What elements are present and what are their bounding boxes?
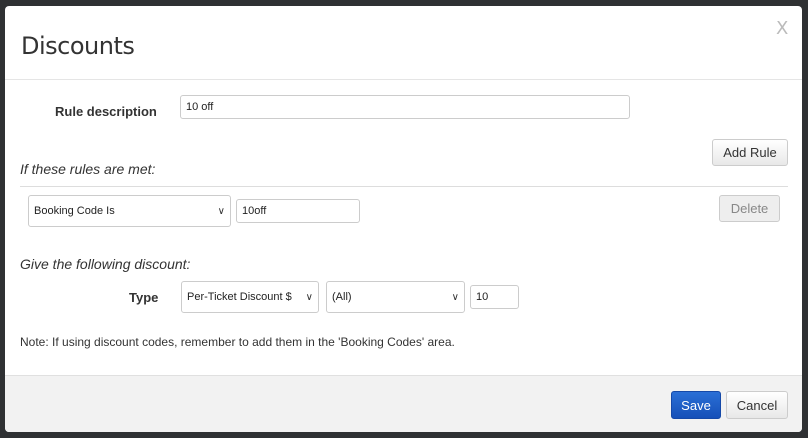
- chevron-down-icon: ∨: [217, 205, 225, 217]
- save-button[interactable]: Save: [671, 391, 721, 419]
- rule-description-input[interactable]: 10 off: [180, 95, 630, 119]
- discount-scope-select[interactable]: (All) ∨: [326, 281, 465, 313]
- discount-amount-input[interactable]: 10: [470, 285, 519, 309]
- condition-type-value: Booking Code Is: [34, 205, 115, 217]
- chevron-down-icon: ∨: [305, 291, 313, 303]
- add-rule-button[interactable]: Add Rule: [712, 139, 788, 166]
- booking-codes-note: Note: If using discount codes, remember …: [20, 335, 455, 349]
- dialog-title: Discounts: [21, 32, 135, 60]
- header-divider: [5, 79, 802, 80]
- discount-type-select[interactable]: Per-Ticket Discount $ ∨: [181, 281, 319, 313]
- condition-value-input[interactable]: 10off: [236, 199, 360, 223]
- discount-heading: Give the following discount:: [20, 256, 191, 272]
- condition-type-select[interactable]: Booking Code Is ∨: [28, 195, 231, 227]
- discount-type-value: Per-Ticket Discount $: [187, 291, 292, 303]
- conditions-heading: If these rules are met:: [20, 161, 156, 177]
- close-icon[interactable]: X: [776, 18, 788, 39]
- dialog-footer: Save Cancel: [5, 375, 802, 432]
- discount-scope-value: (All): [332, 291, 352, 303]
- discounts-dialog: Discounts X Rule description 10 off Add …: [5, 6, 802, 432]
- rule-description-label: Rule description: [55, 104, 157, 119]
- type-label: Type: [129, 290, 159, 305]
- cancel-button[interactable]: Cancel: [726, 391, 788, 419]
- conditions-divider: [20, 186, 788, 187]
- chevron-down-icon: ∨: [451, 291, 459, 303]
- delete-button[interactable]: Delete: [719, 195, 780, 222]
